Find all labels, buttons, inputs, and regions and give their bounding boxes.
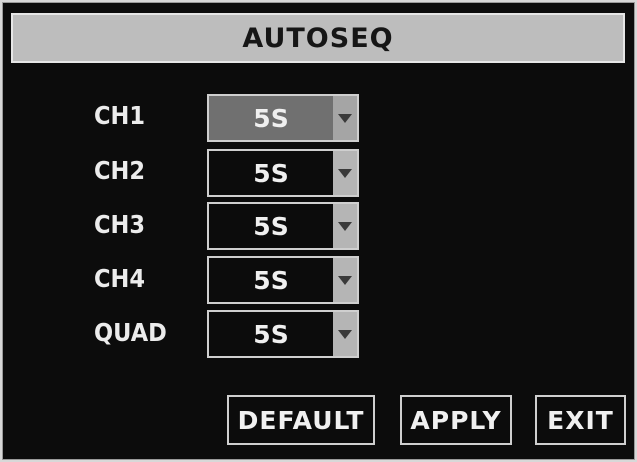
channel-label-ch3: CH3: [94, 210, 146, 239]
chevron-down-icon[interactable]: [333, 258, 357, 302]
ch2-dwell-select[interactable]: 5S: [207, 149, 359, 197]
exit-button[interactable]: EXIT: [535, 395, 626, 445]
ch3-dwell-select[interactable]: 5S: [207, 202, 359, 250]
ch3-dwell-value: 5S: [253, 211, 289, 241]
apply-button[interactable]: APPLY: [400, 395, 512, 445]
chevron-down-icon[interactable]: [333, 204, 357, 248]
ch4-dwell-select[interactable]: 5S: [207, 256, 359, 304]
quad-dwell-value: 5S: [253, 319, 289, 349]
channel-label-quad: QUAD: [94, 318, 167, 347]
chevron-down-icon[interactable]: [333, 312, 357, 356]
channel-label-ch2: CH2: [94, 156, 146, 185]
ch1-dwell-select[interactable]: 5S: [207, 94, 359, 142]
chevron-down-icon[interactable]: [333, 151, 357, 195]
quad-dwell-select[interactable]: 5S: [207, 310, 359, 358]
autoseq-dialog: AUTOSEQ CH1 5S CH2 5S CH3 5S CH4 5S QUAD…: [2, 2, 635, 460]
ch4-dwell-value: 5S: [253, 265, 289, 295]
ch1-dwell-value: 5S: [253, 103, 289, 133]
ch2-dwell-value: 5S: [253, 158, 289, 188]
channel-label-ch4: CH4: [94, 264, 146, 293]
title-bar: AUTOSEQ: [11, 13, 625, 63]
channel-label-ch1: CH1: [94, 101, 146, 130]
dialog-title: AUTOSEQ: [242, 22, 394, 54]
default-button[interactable]: DEFAULT: [227, 395, 375, 445]
chevron-down-icon[interactable]: [333, 96, 357, 140]
